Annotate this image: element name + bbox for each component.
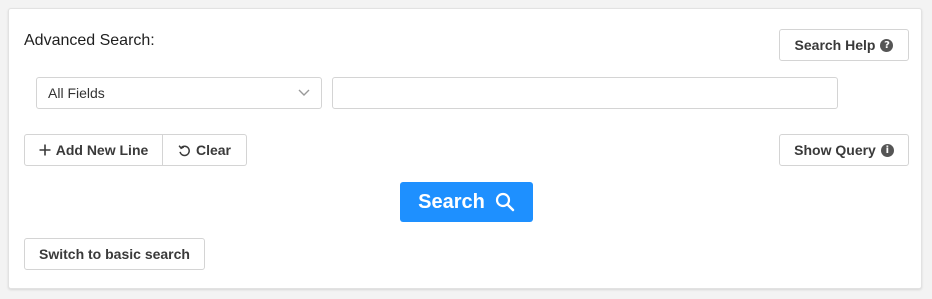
- question-circle-icon: ?: [880, 38, 894, 52]
- advanced-search-panel: Advanced Search: Search Help ? All Field…: [8, 8, 922, 289]
- clear-label: Clear: [195, 142, 232, 158]
- query-input[interactable]: [332, 77, 838, 109]
- plus-icon: [39, 144, 51, 156]
- switch-label: Switch to basic search: [39, 246, 190, 262]
- switch-to-basic-search-button[interactable]: Switch to basic search: [24, 238, 205, 270]
- search-icon: [495, 192, 515, 212]
- search-label: Search: [418, 190, 485, 213]
- show-query-label: Show Query: [794, 142, 876, 158]
- search-help-button[interactable]: Search Help ?: [779, 29, 909, 61]
- info-circle-icon: i: [880, 143, 894, 157]
- clear-button[interactable]: Clear: [163, 134, 247, 166]
- search-help-label: Search Help: [794, 37, 876, 53]
- add-new-line-button[interactable]: Add New Line: [24, 134, 163, 166]
- field-select[interactable]: All Fields: [36, 77, 322, 109]
- add-new-line-label: Add New Line: [55, 142, 149, 158]
- form-title: Advanced Search:: [24, 32, 155, 49]
- field-select-value: All Fields: [48, 85, 105, 101]
- undo-icon: [178, 144, 191, 157]
- chevron-down-icon: [298, 89, 310, 97]
- show-query-button[interactable]: Show Query i: [779, 134, 909, 166]
- search-button[interactable]: Search: [400, 182, 533, 222]
- line-actions-group: Add New Line Clear: [24, 134, 247, 166]
